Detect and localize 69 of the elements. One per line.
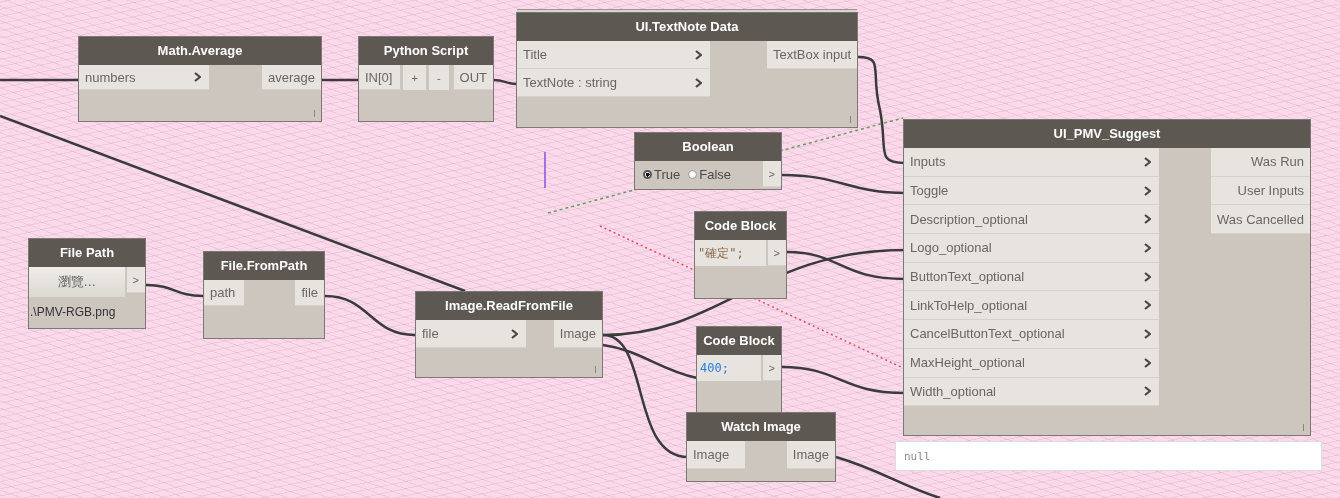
output-port[interactable]: file: [295, 280, 324, 306]
input-port[interactable]: Description_optional: [904, 205, 1159, 235]
output-port[interactable]: >: [124, 267, 145, 293]
file-path-text: .\PMV-RGB.png: [29, 304, 117, 319]
cursor-line: [544, 151, 546, 189]
code-editor[interactable]: 400;: [697, 355, 761, 381]
input-port[interactable]: Logo_optional: [904, 234, 1159, 263]
input-port[interactable]: ButtonText_optional: [904, 262, 1159, 292]
node-header: Python Script: [359, 37, 493, 65]
output-port[interactable]: OUT: [453, 65, 493, 90]
output-port[interactable]: Image: [786, 441, 835, 469]
node-header: Boolean: [635, 133, 781, 161]
input-port[interactable]: MaxHeight_optional: [904, 348, 1159, 378]
input-port[interactable]: Title: [517, 41, 710, 69]
input-port[interactable]: file: [416, 320, 526, 348]
port-label: numbers: [85, 69, 136, 85]
input-port[interactable]: LinkToHelp_optional: [904, 291, 1159, 321]
node-header: Image.ReadFromFile: [416, 292, 602, 320]
node-header: Code Block: [695, 212, 786, 240]
output-port[interactable]: TextBox input: [766, 41, 857, 69]
output-port[interactable]: User Inputs: [1211, 176, 1310, 206]
port-label: Toggle: [910, 183, 949, 199]
connector-wire: [493, 78, 519, 86]
input-port[interactable]: path: [204, 280, 244, 306]
port-label: Description_optional: [910, 211, 1028, 227]
port-label: CancelButtonText_optional: [910, 326, 1065, 342]
node-header: File.FromPath: [204, 252, 324, 280]
input-port[interactable]: Toggle: [904, 176, 1159, 206]
output-port[interactable]: Image: [553, 320, 602, 348]
port-label: LinkToHelp_optional: [910, 297, 1028, 313]
browse-button[interactable]: 瀏覽...: [29, 267, 125, 297]
radio-label: True: [654, 166, 681, 182]
input-port[interactable]: IN[0]: [359, 65, 401, 90]
port-button[interactable]: +: [400, 65, 426, 90]
input-port[interactable]: CancelButtonText_optional: [904, 320, 1159, 349]
input-port[interactable]: numbers: [79, 65, 209, 90]
preview-bubble: null: [895, 441, 1322, 471]
output-port[interactable]: average: [262, 65, 321, 90]
node-header: Code Block: [697, 327, 781, 355]
port-label: MaxHeight_optional: [910, 355, 1025, 371]
radio-button[interactable]: [643, 169, 652, 179]
port-label: Logo_optional: [910, 240, 992, 256]
node-header: Watch Image: [687, 413, 835, 441]
output-port[interactable]: >: [765, 240, 786, 266]
node-header: File Path: [29, 239, 145, 267]
connector-wire: [322, 78, 360, 82]
output-port[interactable]: >: [760, 161, 781, 187]
port-label: TextNote : string: [523, 75, 617, 90]
port-label: IN[0]: [365, 69, 393, 85]
port-label: ButtonText_optional: [910, 269, 1025, 285]
radio-button[interactable]: [688, 169, 698, 179]
output-port[interactable]: >: [760, 355, 781, 381]
port-label: file: [422, 326, 439, 341]
port-label: Title: [523, 47, 548, 62]
input-port[interactable]: Inputs: [904, 148, 1159, 177]
node-header: Math.Average: [79, 37, 321, 65]
node-header: UI.TextNote Data: [517, 13, 857, 41]
output-port[interactable]: Was Cancelled: [1211, 205, 1310, 235]
input-port[interactable]: Image: [687, 441, 745, 469]
output-port[interactable]: Was Run: [1211, 148, 1310, 177]
node-header: UI_PMV_Suggest: [904, 120, 1310, 148]
port-label: path: [210, 285, 236, 300]
input-port[interactable]: TextNote : string: [517, 69, 710, 97]
port-label: Inputs: [910, 154, 946, 170]
input-port[interactable]: Width_optional: [904, 377, 1159, 407]
port-label: Image: [693, 447, 730, 462]
radio-label: False: [699, 166, 732, 182]
port-label: Width_optional: [910, 383, 996, 399]
code-editor[interactable]: "確定";: [695, 240, 766, 266]
